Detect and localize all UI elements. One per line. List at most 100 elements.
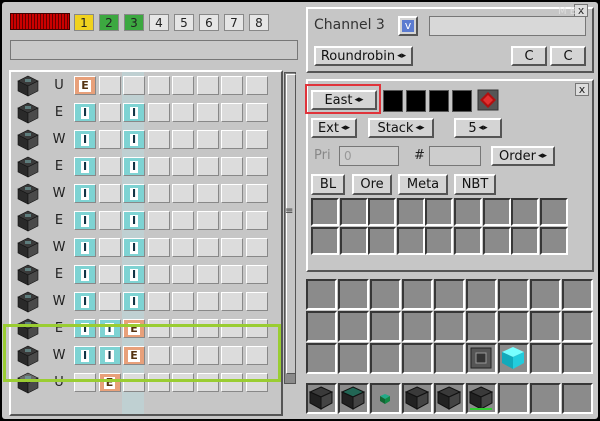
filter-slot[interactable] — [482, 227, 511, 255]
channel-cell[interactable] — [147, 157, 170, 176]
channel-cell[interactable] — [172, 292, 194, 311]
channel-cell[interactable] — [196, 238, 219, 257]
filter-slot[interactable] — [396, 198, 425, 226]
inventory-slot[interactable] — [338, 343, 369, 374]
channel-cell[interactable] — [98, 130, 121, 149]
connector-row[interactable]: UE — [11, 74, 281, 98]
filter-slot[interactable] — [368, 198, 397, 226]
inventory-slot[interactable] — [434, 279, 465, 310]
channel-tab-6[interactable]: 6 — [199, 14, 219, 31]
inventory-slot[interactable] — [338, 311, 369, 342]
channel-cell[interactable] — [98, 184, 121, 203]
channel-cell[interactable] — [221, 184, 243, 203]
inventory-slot[interactable] — [434, 343, 465, 374]
channel-cell[interactable] — [221, 292, 243, 311]
channel-tab-3[interactable]: 3 — [124, 14, 144, 31]
channel-enable-checkbox[interactable]: v — [398, 16, 418, 36]
channel-cell[interactable] — [221, 76, 243, 95]
hotbar-slot[interactable] — [562, 383, 593, 414]
channel-cell[interactable] — [98, 238, 121, 257]
channel-cell[interactable]: I — [123, 157, 145, 176]
inventory-slot[interactable] — [466, 311, 497, 342]
channel-cell[interactable] — [98, 76, 121, 95]
inventory-slot[interactable] — [466, 279, 497, 310]
channel-cell[interactable]: I — [123, 265, 145, 284]
inventory-slot[interactable] — [530, 279, 561, 310]
filter-slot-3[interactable] — [429, 90, 449, 112]
channel-cell[interactable] — [147, 265, 170, 284]
channel-cell[interactable]: I — [74, 157, 96, 176]
channel-cell[interactable] — [196, 265, 219, 284]
channel-cell[interactable] — [245, 265, 268, 284]
inventory-slot[interactable] — [498, 311, 529, 342]
connector-row[interactable]: WII — [11, 128, 281, 152]
channel-cell[interactable] — [245, 130, 268, 149]
inventory-slot[interactable] — [338, 279, 369, 310]
channel-cell[interactable] — [172, 130, 194, 149]
hotbar-slot[interactable] — [530, 383, 561, 414]
splitter-handle[interactable]: ≡ — [285, 206, 293, 217]
filter-slot[interactable] — [482, 198, 511, 226]
channel-cell[interactable] — [98, 103, 121, 122]
channel-cell[interactable] — [98, 211, 121, 230]
inventory-slot[interactable] — [370, 279, 401, 310]
inventory-slot[interactable] — [562, 311, 593, 342]
channel-cell[interactable]: I — [74, 265, 96, 284]
channel-cell[interactable] — [172, 238, 194, 257]
inventory-slot[interactable] — [562, 279, 593, 310]
connector-row[interactable]: EII — [11, 209, 281, 233]
channel-cell[interactable] — [245, 103, 268, 122]
filter-slot[interactable] — [539, 227, 568, 255]
channel-cell[interactable] — [196, 103, 219, 122]
filter-slot[interactable] — [454, 198, 482, 226]
filter-slot[interactable] — [311, 227, 339, 255]
channel-cell[interactable] — [147, 103, 170, 122]
channel-cell[interactable]: I — [74, 184, 96, 203]
channel-cell[interactable]: I — [123, 130, 145, 149]
channel-cell[interactable] — [245, 76, 268, 95]
channel-cell[interactable] — [147, 292, 170, 311]
filter-meta-button[interactable]: Meta — [398, 174, 448, 195]
filter-slot[interactable] — [339, 198, 368, 226]
inventory-slot[interactable] — [530, 311, 561, 342]
channel-tab-1[interactable]: 1 — [74, 14, 94, 31]
hotbar-slot[interactable] — [338, 383, 369, 414]
filter-slot[interactable] — [396, 227, 425, 255]
channel-cell[interactable] — [221, 238, 243, 257]
count-button[interactable]: 5 ◂▸ — [454, 118, 502, 138]
channel-cell[interactable]: E — [74, 76, 96, 95]
filter-slot[interactable] — [425, 198, 454, 226]
scroll-thumb[interactable] — [286, 74, 296, 374]
filter-slot-2[interactable] — [406, 90, 426, 112]
channel-cell[interactable] — [172, 103, 194, 122]
inventory-slot[interactable] — [530, 343, 561, 374]
channel-tab-5[interactable]: 5 — [174, 14, 194, 31]
paste-channel-button[interactable]: C — [550, 46, 586, 66]
hotbar-slot[interactable] — [498, 383, 529, 414]
inventory-slot[interactable] — [306, 343, 337, 374]
redstone-icon[interactable] — [476, 88, 500, 112]
channel-cell[interactable]: I — [123, 292, 145, 311]
channel-tab-7[interactable]: 7 — [224, 14, 244, 31]
channel-cell[interactable] — [147, 130, 170, 149]
channel-cell[interactable] — [172, 184, 194, 203]
channel-cell[interactable]: I — [123, 184, 145, 203]
channel-cell[interactable] — [172, 265, 194, 284]
channel-cell[interactable] — [221, 211, 243, 230]
channel-cell[interactable] — [172, 76, 194, 95]
connector-row[interactable]: EII — [11, 263, 281, 287]
channel-cell[interactable] — [172, 157, 194, 176]
stack-button[interactable]: Stack ◂▸ — [368, 118, 434, 138]
filter-ore-button[interactable]: Ore — [352, 174, 392, 195]
channel-cell[interactable] — [196, 211, 219, 230]
channel-cell[interactable]: I — [74, 292, 96, 311]
inventory-slot[interactable] — [402, 279, 433, 310]
hotbar-slot[interactable] — [306, 383, 337, 414]
channel-tab-8[interactable]: 8 — [249, 14, 269, 31]
connector-row[interactable]: WII — [11, 236, 281, 260]
channel-cell[interactable] — [147, 184, 170, 203]
inventory-slot[interactable] — [402, 311, 433, 342]
count-input[interactable] — [429, 146, 481, 166]
filter-slot[interactable] — [539, 198, 568, 226]
channel-tab-4[interactable]: 4 — [149, 14, 169, 31]
